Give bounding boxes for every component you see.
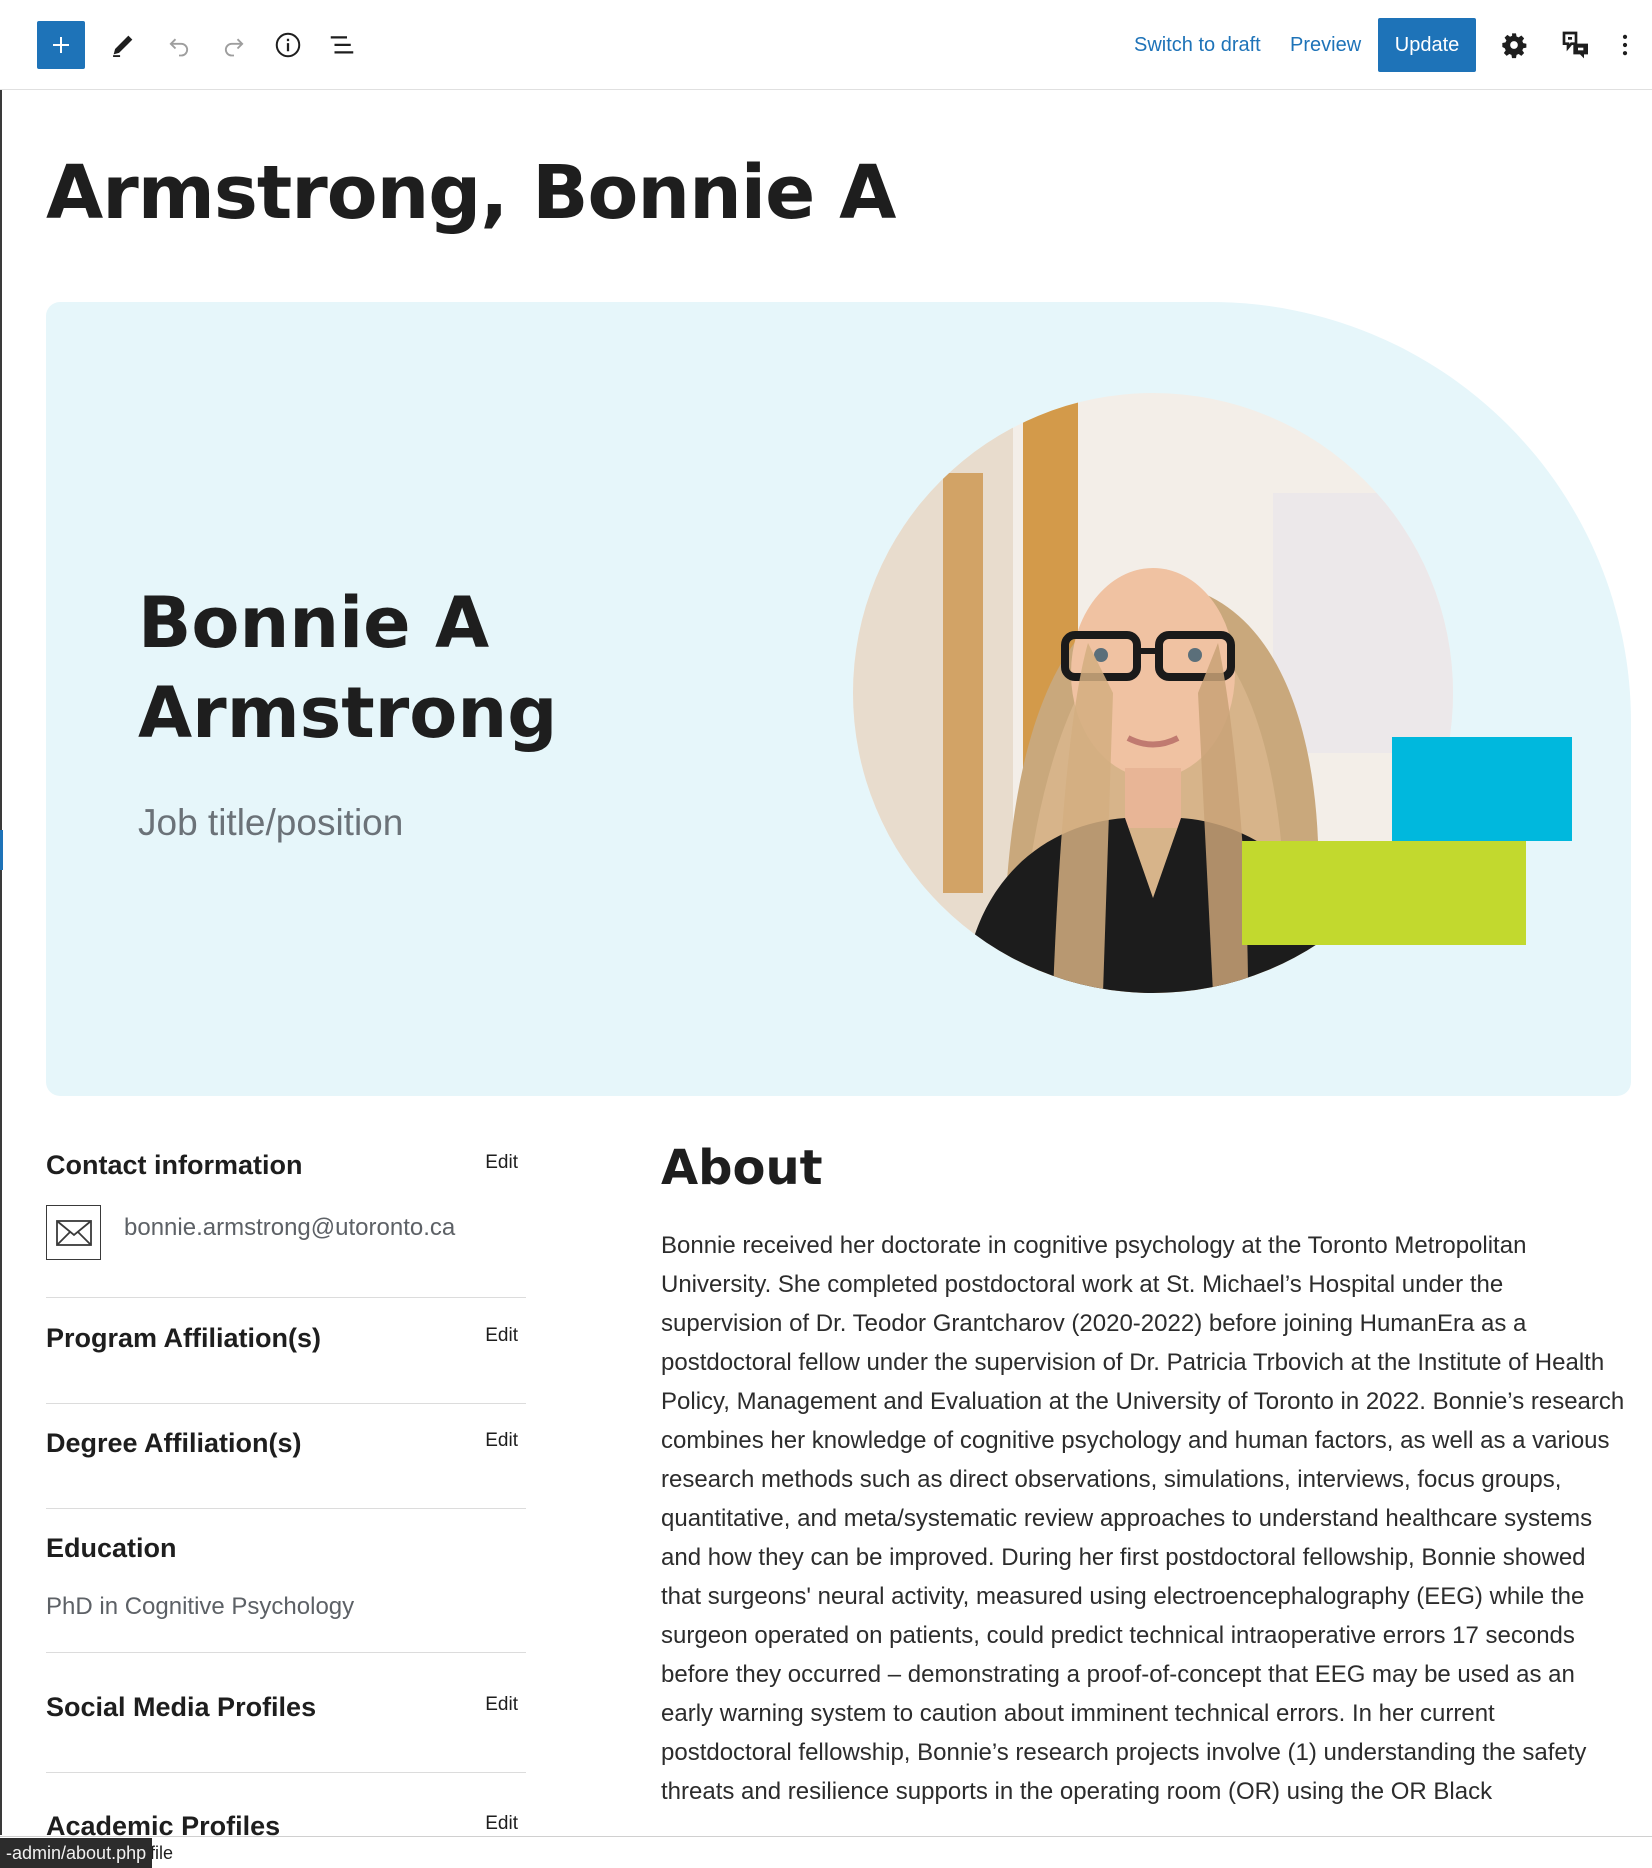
academic-heading: Academic Profiles [46, 1811, 281, 1836]
social-heading: Social Media Profiles [46, 1692, 317, 1722]
plugin-button[interactable] [1552, 21, 1600, 69]
gear-icon [1502, 33, 1527, 59]
more-vertical-icon [1622, 34, 1628, 56]
social-section: Social Media Profiles Edit [46, 1692, 526, 1773]
academic-edit-button[interactable]: Edit [485, 1813, 518, 1835]
canvas-edge [0, 90, 2, 1835]
canvas-edge-marker [0, 830, 3, 870]
education-section: Education PhD in Cognitive Psychology [46, 1533, 526, 1653]
email-icon-box [46, 1205, 101, 1260]
academic-section: Academic Profiles Edit [46, 1811, 526, 1836]
undo-button[interactable] [155, 21, 203, 69]
options-button[interactable] [1610, 21, 1640, 69]
update-button[interactable]: Update [1378, 18, 1476, 72]
list-view-button[interactable] [318, 21, 366, 69]
editor-toolbar: Switch to draft Preview Update [0, 0, 1652, 90]
education-heading: Education [46, 1533, 177, 1563]
details-button[interactable] [264, 21, 312, 69]
decorative-green-block [1242, 841, 1526, 945]
add-block-button[interactable] [37, 21, 85, 69]
list-view-icon [330, 36, 354, 54]
footer-divider [0, 1836, 1652, 1837]
email-link[interactable]: bonnie.armstrong@utoronto.ca [124, 1214, 455, 1242]
contact-edit-button[interactable]: Edit [485, 1152, 518, 1174]
redo-icon [224, 38, 244, 57]
preview-button[interactable]: Preview [1290, 28, 1361, 62]
program-section: Program Affiliation(s) Edit [46, 1323, 526, 1404]
status-url: -admin/about.php [0, 1838, 153, 1868]
program-edit-button[interactable]: Edit [485, 1325, 518, 1347]
settings-button[interactable] [1490, 21, 1538, 69]
tools-button[interactable] [99, 21, 147, 69]
program-heading: Program Affiliation(s) [46, 1323, 322, 1353]
undo-icon [169, 38, 189, 57]
info-icon [275, 32, 301, 58]
education-value: PhD in Cognitive Psychology [46, 1593, 355, 1620]
social-edit-button[interactable]: Edit [485, 1694, 518, 1716]
degree-heading: Degree Affiliation(s) [46, 1428, 302, 1458]
degree-section: Degree Affiliation(s) Edit [46, 1428, 526, 1509]
plus-icon [53, 37, 69, 53]
contact-section: Contact information Edit bonnie.armstron… [46, 1150, 526, 1298]
redo-button[interactable] [210, 21, 258, 69]
switch-to-draft-button[interactable]: Switch to draft [1134, 28, 1261, 62]
status-trailing-text: file [150, 1843, 174, 1863]
job-title-field[interactable]: Job title/position [138, 802, 403, 844]
about-body[interactable]: Bonnie received her doctorate in cogniti… [661, 1226, 1631, 1838]
decorative-blue-block [1392, 737, 1572, 841]
envelope-icon [55, 1219, 92, 1246]
contact-heading: Contact information [46, 1150, 303, 1180]
plugin-icon [1562, 31, 1588, 59]
pencil-icon [113, 35, 133, 58]
post-title[interactable]: Armstrong, Bonnie A [46, 150, 896, 236]
about-heading[interactable]: About [661, 1140, 823, 1196]
degree-edit-button[interactable]: Edit [485, 1430, 518, 1452]
profile-name[interactable]: Bonnie A Armstrong [138, 578, 658, 758]
